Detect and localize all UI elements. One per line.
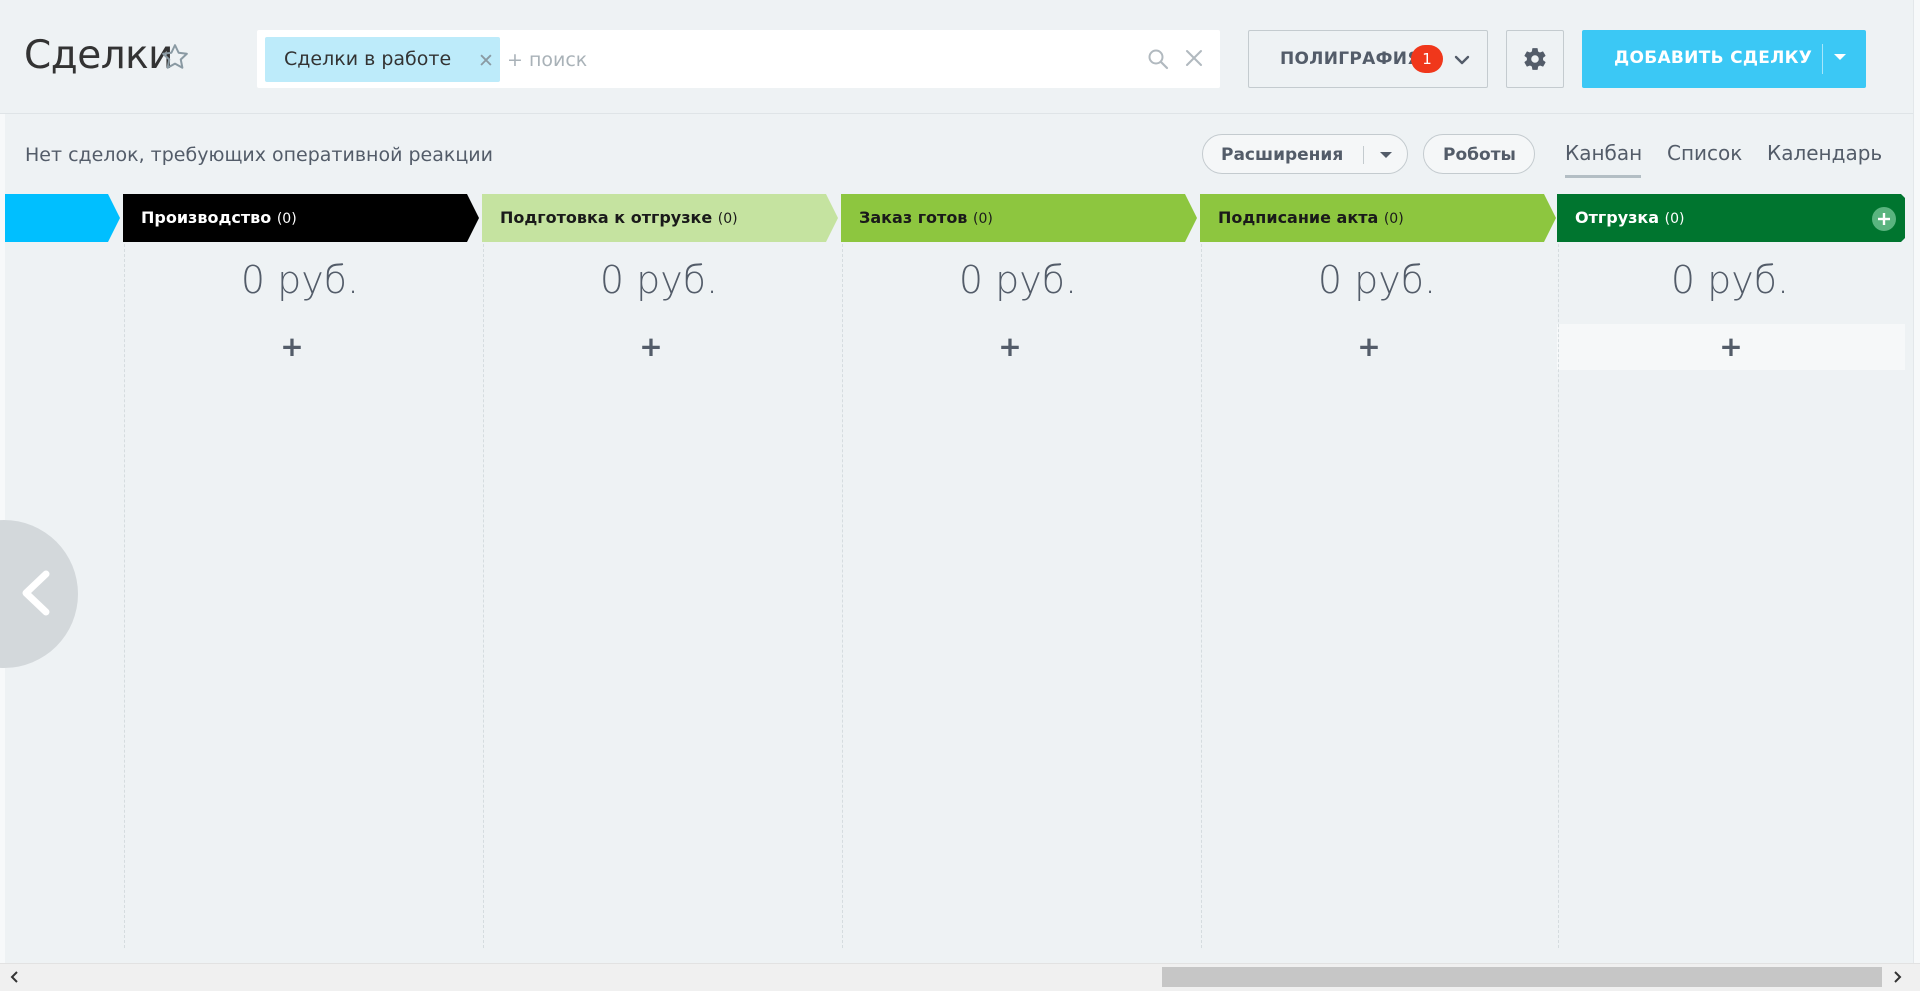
add-deal-divider bbox=[1822, 44, 1823, 74]
column-divider bbox=[1558, 244, 1559, 948]
filter-chip-label: Сделки в работе bbox=[284, 48, 452, 70]
stage-title: Подписание акта (0) bbox=[1218, 208, 1404, 227]
stage-sum: 0 руб. bbox=[958, 258, 1078, 302]
add-deal-button[interactable]: ДОБАВИТЬ СДЕЛКУ bbox=[1582, 30, 1866, 88]
category-label: ПОЛИГРАФИЯ bbox=[1280, 49, 1421, 69]
stage-title: Отгрузка (0) bbox=[1575, 208, 1685, 227]
gear-icon bbox=[1524, 48, 1546, 70]
close-icon[interactable] bbox=[1183, 47, 1205, 69]
page-right-edge bbox=[1913, 0, 1920, 963]
page-header: Сделки Сделки в работе ✕ ПОЛИГРАФИЯ 1 bbox=[0, 0, 1920, 114]
stage-sum: 0 руб. bbox=[1670, 258, 1790, 302]
stage-header-order-ready[interactable]: Заказ готов (0) bbox=[841, 194, 1197, 242]
column-divider bbox=[1201, 244, 1202, 948]
counter-badge: 1 bbox=[1411, 45, 1443, 73]
stage-sum: 0 руб. bbox=[240, 258, 360, 302]
page-title: Сделки bbox=[24, 33, 174, 78]
tab-list[interactable]: Список bbox=[1667, 141, 1742, 165]
stage-sum: 0 руб. bbox=[599, 258, 719, 302]
category-selector-button[interactable]: ПОЛИГРАФИЯ 1 bbox=[1248, 30, 1488, 88]
plus-icon: + bbox=[280, 330, 304, 363]
scroll-arrow-right-icon[interactable] bbox=[1890, 970, 1904, 984]
quick-add-deal[interactable]: + bbox=[476, 324, 826, 370]
add-deal-dropdown-icon[interactable] bbox=[1834, 54, 1846, 60]
tab-calendar[interactable]: Календарь bbox=[1767, 141, 1882, 165]
plus-icon: + bbox=[639, 330, 663, 363]
chevron-down-icon bbox=[1454, 55, 1470, 65]
scroll-arrow-left-icon[interactable] bbox=[8, 970, 22, 984]
tab-kanban[interactable]: Канбан bbox=[1565, 141, 1642, 165]
column-divider bbox=[483, 244, 484, 948]
status-text: Нет сделок, требующих оперативной реакци… bbox=[25, 144, 493, 166]
active-tab-indicator bbox=[1565, 175, 1641, 178]
filter-chip[interactable]: Сделки в работе ✕ bbox=[265, 37, 500, 82]
robots-button[interactable]: Роботы bbox=[1423, 134, 1535, 174]
quick-add-deal[interactable]: + bbox=[117, 324, 467, 370]
settings-button[interactable] bbox=[1506, 30, 1564, 88]
search-icon[interactable] bbox=[1146, 47, 1170, 71]
chevron-left-icon bbox=[22, 570, 50, 616]
stage-header-shipping-prep[interactable]: Подготовка к отгрузке (0) bbox=[482, 194, 838, 242]
stage-header-act-signing[interactable]: Подписание акта (0) bbox=[1200, 194, 1556, 242]
stage-title: Заказ готов (0) bbox=[859, 208, 993, 227]
scroll-left-button[interactable] bbox=[0, 520, 78, 668]
column-divider bbox=[842, 244, 843, 948]
horizontal-scrollbar[interactable] bbox=[0, 963, 1920, 991]
star-icon[interactable] bbox=[160, 42, 190, 72]
quick-add-deal[interactable]: + bbox=[1557, 324, 1905, 370]
previous-stage-header[interactable] bbox=[0, 194, 120, 242]
chip-close-icon[interactable]: ✕ bbox=[478, 50, 494, 72]
quick-add-deal[interactable]: + bbox=[835, 324, 1185, 370]
stage-header-shipment[interactable]: Отгрузка (0) bbox=[1557, 194, 1905, 242]
stage-header-production[interactable]: Производство (0) bbox=[123, 194, 479, 242]
caret-down-icon[interactable] bbox=[1380, 152, 1392, 158]
plus-icon: + bbox=[998, 330, 1022, 363]
plus-icon: + bbox=[1357, 330, 1381, 363]
stage-title: Подготовка к отгрузке (0) bbox=[500, 208, 738, 227]
scrollbar-thumb[interactable] bbox=[1162, 967, 1882, 987]
stage-sum: 0 руб. bbox=[1317, 258, 1437, 302]
add-deal-label: ДОБАВИТЬ СДЕЛКУ bbox=[1614, 48, 1813, 68]
plus-icon: + bbox=[1719, 330, 1743, 363]
plus-circle-icon[interactable] bbox=[1871, 206, 1897, 232]
stage-title: Производство (0) bbox=[141, 208, 297, 227]
extensions-button[interactable]: Расширения bbox=[1202, 134, 1408, 174]
extensions-divider bbox=[1363, 146, 1364, 164]
search-input[interactable] bbox=[507, 37, 1107, 82]
previous-stage-shape bbox=[0, 194, 120, 242]
column-divider bbox=[124, 244, 125, 948]
extensions-label: Расширения bbox=[1221, 145, 1344, 165]
search-bar: Сделки в работе ✕ bbox=[257, 30, 1220, 88]
quick-add-deal[interactable]: + bbox=[1194, 324, 1544, 370]
crm-deals-kanban: Сделки Сделки в работе ✕ ПОЛИГРАФИЯ 1 bbox=[0, 0, 1920, 991]
robots-label: Роботы bbox=[1443, 145, 1516, 165]
